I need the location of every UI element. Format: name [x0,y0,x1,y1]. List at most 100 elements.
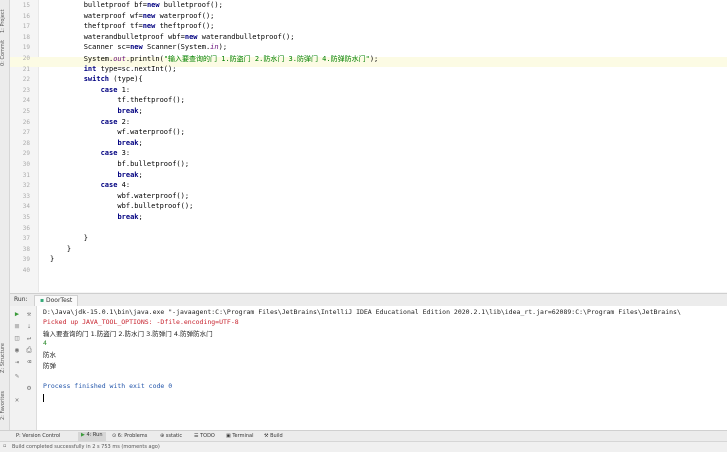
tab-terminal[interactable]: ▣ Terminal [226,433,253,439]
line-number: 22 [22,76,30,84]
line-number: 26 [22,118,30,126]
code-line: theftproof tf=new theftproof(); [50,22,215,31]
terminal-icon: ▣ [226,433,231,439]
code-line: } [50,244,72,253]
code-line: tf.theftproof(); [50,96,185,105]
soft-wrap-icon[interactable]: ↵ [25,334,33,342]
problems-icon: ⊙ [112,433,117,439]
code-line: bulletproof bf=new bulletproof(); [50,1,223,9]
tab-sstatic[interactable]: ⊕ sstatic [160,433,182,439]
code-line: case 1: [100,85,131,94]
line-number: 16 [22,12,30,20]
line-number: 23 [22,86,30,94]
tab-label: P: Version Control [16,433,61,439]
status-bar: ▫ Build completed successfully in 2 s 75… [0,441,727,452]
code-editor[interactable]: 15 bulletproof bf=new bulletproof(); 16 w… [10,0,727,292]
console-output[interactable]: D:\Java\jdk-15.0.1\bin\java.exe "-javaag… [37,306,727,430]
run-tab-doortest[interactable]: ▪ DoorTest [34,295,79,306]
code-line: break; [117,138,143,147]
line-number: 36 [22,224,30,232]
tab-run[interactable]: ▶ 4: Run [78,432,106,441]
structure-tab[interactable]: Z: Structure [0,338,9,378]
restore-layout-icon[interactable]: ◫ [13,334,21,342]
tab-problems[interactable]: ⊙ 6: Problems [112,433,147,439]
status-message: Build completed successfully in 2 s 753 … [12,444,160,450]
status-icon: ▫ [3,443,7,449]
exit-icon[interactable]: ⇥ [13,358,21,366]
run-config-icon: ▪ [40,297,45,304]
code-line: case 2: [100,117,131,126]
line-number: 33 [22,192,30,200]
line-number: 21 [22,65,30,73]
run-icon: ▶ [81,432,85,438]
line-number: 32 [22,182,30,190]
line-number: 31 [22,171,30,179]
trash-icon[interactable]: ⌫ [25,358,33,366]
tab-label: 6: Problems [117,433,148,439]
console-command-line: D:\Java\jdk-15.0.1\bin\java.exe "-javaag… [43,308,681,316]
tab-label: 4: Run [86,432,103,438]
code-line: wbf.waterproof(); [50,191,190,200]
console-prompt: 输入要查询的门 1.防盗门 2.防水门 3.防弹门 4.防弹防水门 [43,330,213,338]
code-line: waterandbulletproof wbf=new waterandbull… [50,32,295,41]
code-line: waterproof wf=new waterproof(); [50,11,215,20]
line-number: 20 [22,55,30,62]
line-number: 35 [22,214,30,221]
favorites-tab[interactable]: 2: Favorites [0,385,9,425]
code-line: switch (type){ [83,75,143,84]
line-number: 15 [22,2,30,9]
line-number: 37 [22,235,30,243]
line-number: 17 [22,23,30,31]
code-line: case 4: [100,181,131,190]
pin-icon[interactable]: ✎ [13,372,21,380]
line-number: 28 [22,139,30,147]
code-line: bf.bulletproof(); [50,160,190,168]
code-line: break; [117,107,143,115]
build-icon: ⚒ [264,433,269,439]
code-line: System.out.println("输入要查询的门 1.防盗门 2.防水门 … [50,55,379,63]
code-line: break; [117,213,143,221]
line-number: 18 [22,33,30,41]
code-line: wbf.bulletproof(); [50,202,194,211]
settings-icon[interactable]: ⚙ [25,384,33,392]
rerun-icon[interactable]: ▶ [13,310,21,318]
line-number: 19 [22,44,30,52]
sstatic-icon: ⊕ [160,433,165,439]
run-tab-label: DoorTest [46,297,73,304]
tab-label: sstatic [165,433,183,439]
line-number: 30 [22,161,30,168]
commit-tab[interactable]: 0: Commit [0,38,9,68]
run-label: Run: [14,296,28,303]
tab-version-control[interactable]: P: Version Control [16,433,60,439]
tab-label: TODO [200,433,215,439]
console-output-line: 防弹 [43,362,56,370]
wrench-icon[interactable]: ⚒ [25,310,33,318]
line-number: 34 [22,203,30,211]
close-panel-icon[interactable]: ✕ [13,396,21,404]
line-number: 40 [22,267,30,274]
camera-icon[interactable]: ◉ [13,346,21,354]
left-tool-strip: 1: Project 0: Commit Z: Structure 2: Fav… [0,0,10,430]
stop-icon[interactable]: ■ [13,322,21,330]
scroll-end-icon[interactable]: ⇣ [25,322,33,330]
line-number: 27 [22,129,30,137]
todo-icon: ☰ [194,433,199,439]
line-number: 38 [22,245,30,253]
code-line: int type=sc.nextInt(); [83,64,177,73]
console-tool-options: Picked up JAVA_TOOL_OPTIONS: -Dfile.enco… [43,318,239,326]
tab-todo[interactable]: ☰ TODO [194,433,215,439]
code-line: wf.waterproof(); [50,128,185,137]
console-exit-message: Process finished with exit code 0 [43,382,173,390]
code-line: } [50,255,55,264]
tab-build[interactable]: ⚒ Build [264,433,283,439]
print-icon[interactable]: ⎙ [25,346,33,354]
code-line: break; [117,170,143,179]
tab-label: Build [270,433,283,439]
line-number: 29 [22,150,30,158]
tab-label: Terminal [232,433,254,439]
line-number: 25 [22,108,30,115]
project-tab[interactable]: 1: Project [0,2,9,40]
console-user-input: 4 [43,339,47,347]
code-line: } [50,234,88,243]
line-number: 39 [22,256,30,264]
